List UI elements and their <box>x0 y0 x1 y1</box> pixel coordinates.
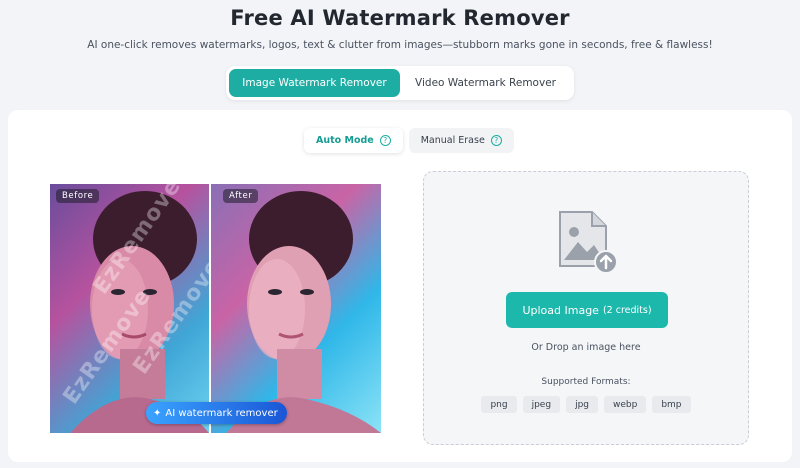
before-after-preview: Before EzRemove EzRemove EzRemove After … <box>50 184 381 433</box>
image-upload-icon <box>559 211 618 274</box>
upload-image-button[interactable]: Upload Image (2 credits) <box>506 292 668 328</box>
portrait-after <box>226 191 381 433</box>
tab-manual-erase-label: Manual Erase <box>420 135 485 146</box>
sub-tabs: Auto Mode ? Manual Erase ? <box>304 128 514 153</box>
upload-button-label: Upload Image <box>522 303 599 317</box>
format-chip: jpeg <box>522 396 561 413</box>
format-chip: jpg <box>566 396 598 413</box>
help-icon[interactable]: ? <box>379 135 391 146</box>
mode-tabs: Image Watermark Remover Video Watermark … <box>226 66 574 100</box>
supported-formats-label: Supported Formats: <box>541 377 631 387</box>
sparkle-icon: ✦ <box>153 407 162 419</box>
before-image: Before EzRemove EzRemove EzRemove <box>50 184 209 433</box>
tab-manual-erase[interactable]: Manual Erase ? <box>408 128 514 153</box>
upload-credits: (2 credits) <box>602 304 652 316</box>
format-list: png jpeg jpg webp bmp <box>424 396 748 413</box>
format-chip: png <box>481 396 517 413</box>
format-chip: bmp <box>652 396 691 413</box>
format-chip: webp <box>604 396 647 413</box>
before-badge: Before <box>56 189 100 203</box>
upload-dropzone[interactable]: Upload Image (2 credits) Or Drop an imag… <box>423 171 749 445</box>
help-icon[interactable]: ? <box>490 135 502 146</box>
page-title: Free AI Watermark Remover <box>230 6 570 30</box>
drop-hint: Or Drop an image here <box>531 342 641 353</box>
after-badge: After <box>223 189 259 203</box>
tab-video-watermark-remover[interactable]: Video Watermark Remover <box>400 69 571 97</box>
after-image: After <box>211 184 381 433</box>
tab-auto-mode[interactable]: Auto Mode ? <box>304 128 403 153</box>
page-subtitle: AI one-click removes watermarks, logos, … <box>87 39 713 51</box>
tab-auto-mode-label: Auto Mode <box>316 135 374 146</box>
pill-label: AI watermark remover <box>165 407 278 419</box>
ai-watermark-remover-pill: ✦ AI watermark remover <box>146 402 287 424</box>
tab-image-watermark-remover[interactable]: Image Watermark Remover <box>229 69 400 97</box>
